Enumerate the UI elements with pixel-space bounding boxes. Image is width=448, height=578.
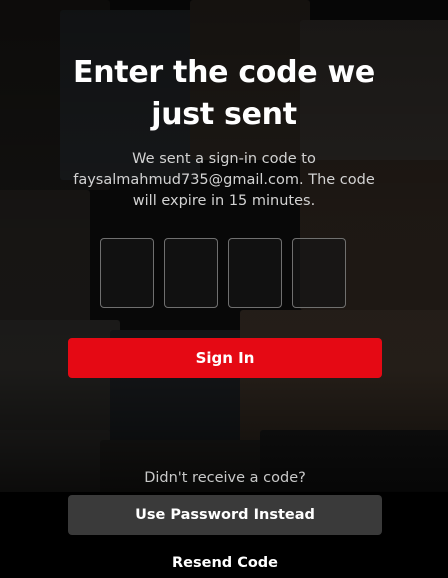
no-code-prompt: Didn't receive a code?: [144, 470, 306, 486]
resend-code-link[interactable]: Resend Code: [68, 553, 382, 573]
code-digit-1[interactable]: [100, 238, 154, 308]
code-digit-4[interactable]: [292, 238, 346, 308]
code-instructions: We sent a sign-in code to faysalmahmud73…: [73, 151, 375, 209]
page-title: Enter the code we just sent: [73, 55, 375, 132]
code-digit-3[interactable]: [228, 238, 282, 308]
code-input-group: [100, 238, 350, 310]
use-password-button[interactable]: Use Password Instead: [68, 495, 382, 535]
code-digit-2[interactable]: [164, 238, 218, 308]
sign-in-button[interactable]: Sign In: [68, 338, 382, 378]
